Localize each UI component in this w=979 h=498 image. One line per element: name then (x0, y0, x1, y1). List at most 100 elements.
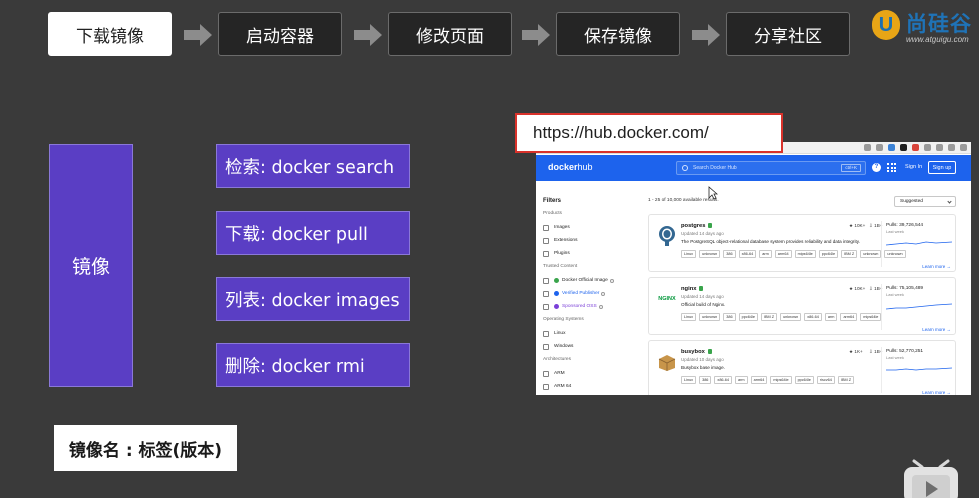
repo-tag: IBM Z (837, 376, 855, 384)
repo-description: Official build of Nginx. (681, 302, 726, 307)
repo-name[interactable]: nginx (681, 286, 704, 292)
filter-option-label: Plugins (554, 251, 570, 256)
repo-card-busybox[interactable]: busybox Updated 10 days ago Busybox base… (648, 340, 956, 395)
repo-tag: riscv64 (816, 376, 835, 384)
official-image-icon (707, 349, 712, 354)
checkbox[interactable] (543, 383, 549, 390)
repo-tag: ppc64le (738, 313, 758, 321)
checkbox[interactable] (543, 224, 549, 231)
repo-tag: ppc64le (818, 250, 839, 258)
extension-icon[interactable] (948, 144, 955, 151)
learn-more-link[interactable]: Learn more → (922, 390, 951, 395)
command-pull: 下载: docker pull (216, 211, 410, 255)
extension-icon[interactable] (936, 144, 943, 151)
step-download-image[interactable]: 下载镜像 (48, 12, 172, 56)
filter-section-label: Architectures (543, 357, 571, 362)
sign-up-button[interactable]: Sign up (928, 161, 956, 174)
pulls-sparkline (885, 303, 953, 310)
arrow-right-icon (184, 24, 212, 46)
repo-name[interactable]: busybox (681, 349, 712, 355)
repo-pull-stats: Pulls: 75,105,489 Last week (881, 284, 953, 330)
filter-option-label: ARM (554, 371, 565, 376)
extension-icon[interactable] (900, 144, 907, 151)
docker-hub-screenshot: dockerhub Search Docker Hub ctrl+K ? Sig… (536, 142, 971, 395)
repo-tag: x86-64 (714, 376, 733, 384)
filter-option[interactable]: Windows (543, 340, 635, 353)
image-concept-box: 镜像 (49, 144, 133, 387)
repo-tag: IBM Z (760, 313, 778, 321)
extension-icon[interactable] (960, 144, 967, 151)
filter-option[interactable]: ARM 64 (543, 380, 635, 393)
checkbox[interactable] (543, 370, 549, 377)
repo-tag: arm (824, 313, 838, 321)
apps-grid-icon[interactable] (887, 163, 896, 172)
brand-name: 尚硅谷 (906, 12, 972, 36)
repo-updated: Updated 14 days ago (681, 294, 724, 299)
filter-option[interactable]: Images (543, 221, 635, 234)
filter-option-label: Windows (554, 344, 574, 349)
help-icon[interactable]: ? (872, 163, 881, 172)
repo-name[interactable]: postgres (681, 223, 713, 229)
extension-icon[interactable] (876, 144, 883, 151)
extension-icon[interactable] (912, 144, 919, 151)
checkbox[interactable] (543, 330, 549, 337)
repo-tag: mips64le (794, 250, 816, 258)
learn-more-link[interactable]: Learn more → (922, 327, 951, 332)
sign-in-link[interactable]: Sign In (905, 164, 922, 170)
brand-url: www.atguigu.com (906, 35, 969, 44)
filter-option[interactable]: Verified Publisher (543, 287, 635, 300)
checkbox[interactable] (543, 290, 549, 297)
repo-tag: Linux (681, 250, 697, 258)
command-rmi: 删除: docker rmi (216, 343, 410, 387)
filter-option[interactable]: Plugins (543, 247, 635, 260)
repo-card-nginx[interactable]: NGINX nginx Updated 14 days ago Official… (648, 277, 956, 335)
repo-stars: ★ 1K+ (849, 349, 863, 354)
filter-option[interactable]: ARM (543, 367, 635, 380)
repo-card-postgres[interactable]: postgres Updated 14 days ago The Postgre… (648, 214, 956, 272)
docker-hub-logo[interactable]: dockerhub (548, 162, 593, 172)
browser-extension-icons (864, 144, 967, 151)
repo-tag: arm (759, 250, 772, 258)
filter-option-label: Verified Publisher (562, 291, 600, 296)
filter-option[interactable]: Extensions (543, 234, 635, 247)
filter-option[interactable]: Linux (543, 327, 635, 340)
hub-search-input[interactable]: Search Docker Hub ctrl+K (676, 161, 866, 175)
search-icon (682, 165, 688, 171)
filter-section-label: Trusted Content (543, 264, 578, 269)
docker-hub-url-highlight[interactable]: https://hub.docker.com/ (515, 113, 783, 153)
arrow-right-icon (354, 24, 382, 46)
verified-publisher-icon (554, 291, 559, 296)
repo-tag: unknown (699, 313, 721, 321)
repo-tag: x86-64 (738, 250, 757, 258)
checkbox[interactable] (543, 277, 549, 284)
repo-pulls: Pulls: 52,770,251 (886, 349, 924, 354)
step-start-container[interactable]: 启动容器 (218, 12, 342, 56)
command-search: 检索: docker search (216, 144, 410, 188)
repo-tag: unknown (699, 250, 721, 258)
info-icon[interactable] (598, 304, 603, 309)
bilibili-tv-icon[interactable] (902, 455, 979, 498)
repo-updated: Updated 14 days ago (681, 231, 724, 236)
extension-icon[interactable] (864, 144, 871, 151)
info-icon[interactable] (601, 291, 606, 296)
mouse-pointer-icon (708, 186, 718, 200)
filter-option[interactable]: Docker Official Image (543, 274, 635, 287)
checkbox[interactable] (543, 343, 549, 350)
repo-updated: Updated 10 days ago (681, 357, 724, 362)
repo-tag: arm (735, 376, 748, 384)
sort-select[interactable]: Suggested (894, 196, 956, 207)
step-save-image[interactable]: 保存镜像 (556, 12, 680, 56)
repo-tag: ppc64le (794, 376, 814, 384)
step-share-community[interactable]: 分享社区 (726, 12, 850, 56)
checkbox[interactable] (543, 237, 549, 244)
extension-icon[interactable] (888, 144, 895, 151)
repo-stars: ★ 10K+ (849, 223, 866, 228)
step-edit-page[interactable]: 修改页面 (388, 12, 512, 56)
checkbox[interactable] (543, 250, 549, 257)
extension-icon[interactable] (924, 144, 931, 151)
info-icon[interactable] (609, 278, 614, 283)
filter-option[interactable]: Sponsored OSS (543, 300, 635, 313)
checkbox[interactable] (543, 303, 549, 310)
learn-more-link[interactable]: Learn more → (922, 264, 951, 269)
chevron-down-icon (947, 199, 952, 204)
